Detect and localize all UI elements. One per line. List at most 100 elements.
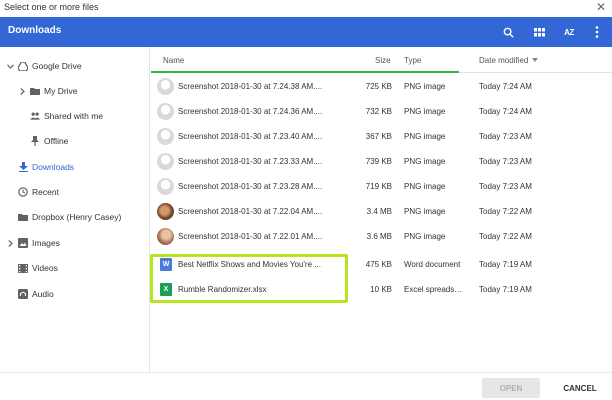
- file-size: 739 KB: [365, 157, 392, 166]
- column-type[interactable]: Type: [404, 56, 421, 65]
- file-date: Today 7:23 AM: [479, 157, 532, 166]
- sort-az-icon: AZ: [564, 27, 574, 37]
- image-thumbnail-icon: [157, 103, 174, 120]
- table-row[interactable]: Screenshot 2018-01-30 at 7.23.28 AM.... …: [151, 174, 612, 199]
- sidebar-item-offline[interactable]: Offline: [0, 130, 150, 152]
- grid-view-icon: [533, 27, 545, 36]
- file-type: PNG image: [404, 82, 446, 91]
- clock-icon: [18, 187, 28, 197]
- image-icon: [18, 238, 28, 248]
- excel-spreadsheet-icon: X: [160, 283, 172, 296]
- file-date: Today 7:19 AM: [479, 260, 532, 269]
- image-thumbnail-icon: [157, 178, 174, 195]
- file-date: Today 7:22 AM: [479, 207, 532, 216]
- google-drive-icon: [18, 61, 28, 71]
- table-row[interactable]: W Best Netflix Shows and Movies You're .…: [151, 252, 612, 277]
- video-icon: [18, 263, 28, 273]
- file-picker-dialog: Select one or more files ✕ Downloads AZ: [0, 0, 612, 400]
- image-thumbnail-icon: [157, 203, 174, 220]
- file-name: Screenshot 2018-01-30 at 7.22.01 AM....: [178, 232, 323, 241]
- file-name: Best Netflix Shows and Movies You're ...: [178, 260, 321, 269]
- sidebar-item-label: Shared with me: [44, 111, 104, 121]
- sidebar-item-recent[interactable]: Recent: [0, 181, 150, 203]
- open-button[interactable]: OPEN: [482, 378, 540, 398]
- sidebar-item-label: Offline: [44, 136, 69, 146]
- column-date-modified[interactable]: Date modified: [479, 56, 528, 65]
- cancel-button[interactable]: CANCEL: [555, 378, 605, 398]
- file-name: Screenshot 2018-01-30 at 7.23.28 AM....: [178, 182, 323, 191]
- sidebar-item-audio[interactable]: Audio: [0, 283, 150, 305]
- grid-view-button[interactable]: [530, 23, 548, 41]
- file-type: PNG image: [404, 107, 446, 116]
- table-row[interactable]: Screenshot 2018-01-30 at 7.24.36 AM.... …: [151, 99, 612, 124]
- sidebar-item-images[interactable]: Images: [0, 232, 150, 254]
- file-size: 10 KB: [370, 285, 392, 294]
- file-date: Today 7:24 AM: [479, 107, 532, 116]
- file-type: PNG image: [404, 157, 446, 166]
- image-thumbnail-icon: [157, 228, 174, 245]
- file-date: Today 7:23 AM: [479, 132, 532, 141]
- sidebar-item-my-drive[interactable]: My Drive: [0, 80, 150, 102]
- file-date: Today 7:19 AM: [479, 285, 532, 294]
- sort-button[interactable]: AZ: [560, 23, 578, 41]
- table-row[interactable]: Screenshot 2018-01-30 at 7.23.40 AM.... …: [151, 124, 612, 149]
- sidebar-item-dropbox[interactable]: Dropbox (Henry Casey): [0, 206, 150, 228]
- sidebar-item-videos[interactable]: Videos: [0, 257, 150, 279]
- image-thumbnail-icon: [157, 78, 174, 95]
- file-name: Screenshot 2018-01-30 at 7.24.38 AM....: [178, 82, 323, 91]
- table-row[interactable]: X Rumble Randomizer.xlsx 10 KB Excel spr…: [151, 277, 612, 302]
- sidebar-item-google-drive[interactable]: Google Drive: [0, 55, 150, 77]
- column-name[interactable]: Name: [163, 56, 184, 65]
- file-list: Name Size Type Date modified Screenshot …: [151, 47, 612, 372]
- file-date: Today 7:22 AM: [479, 232, 532, 241]
- file-type: PNG image: [404, 232, 446, 241]
- dialog-footer: OPEN CANCEL: [0, 372, 612, 400]
- file-name: Screenshot 2018-01-30 at 7.23.40 AM....: [178, 132, 323, 141]
- table-row[interactable]: Screenshot 2018-01-30 at 7.23.33 AM.... …: [151, 149, 612, 174]
- table-row[interactable]: Screenshot 2018-01-30 at 7.24.38 AM.... …: [151, 74, 612, 99]
- file-size: 719 KB: [365, 182, 392, 191]
- chevron-right-icon[interactable]: [6, 239, 14, 247]
- file-date: Today 7:23 AM: [479, 182, 532, 191]
- more-options-button[interactable]: [588, 23, 606, 41]
- sidebar-item-label: Recent: [32, 187, 59, 197]
- sidebar: Google Drive My Drive Shared with me Off…: [0, 47, 150, 372]
- chevron-right-icon[interactable]: [18, 87, 26, 95]
- file-type: PNG image: [404, 132, 446, 141]
- file-size: 475 KB: [365, 260, 392, 269]
- sidebar-item-label: Images: [32, 238, 60, 248]
- close-icon[interactable]: ✕: [596, 0, 606, 14]
- headphones-icon: [18, 289, 28, 299]
- sidebar-item-label: Google Drive: [32, 61, 82, 71]
- image-thumbnail-icon: [157, 153, 174, 170]
- sort-arrow-icon: [532, 58, 538, 62]
- search-button[interactable]: [499, 23, 517, 41]
- file-type: PNG image: [404, 207, 446, 216]
- file-size: 3.6 MB: [366, 232, 392, 241]
- sidebar-item-label: Audio: [32, 289, 54, 299]
- sidebar-item-downloads[interactable]: Downloads: [0, 156, 150, 178]
- image-thumbnail-icon: [157, 128, 174, 145]
- file-name: Screenshot 2018-01-30 at 7.23.33 AM....: [178, 157, 323, 166]
- table-row[interactable]: Screenshot 2018-01-30 at 7.22.01 AM.... …: [151, 224, 612, 249]
- more-vert-icon: [595, 26, 599, 38]
- word-document-icon: W: [160, 258, 172, 271]
- search-icon: [503, 27, 514, 38]
- folder-icon: [30, 86, 40, 96]
- table-row[interactable]: Screenshot 2018-01-30 at 7.22.04 AM.... …: [151, 199, 612, 224]
- file-name: Rumble Randomizer.xlsx: [178, 285, 267, 294]
- file-size: 732 KB: [365, 107, 392, 116]
- title-bar: Select one or more files ✕: [0, 0, 612, 17]
- chevron-down-icon[interactable]: [6, 62, 14, 70]
- column-size[interactable]: Size: [375, 56, 391, 65]
- location-header: Downloads AZ: [0, 17, 612, 47]
- pin-icon: [30, 136, 40, 146]
- file-size: 725 KB: [365, 82, 392, 91]
- file-date: Today 7:24 AM: [479, 82, 532, 91]
- sidebar-item-shared-with-me[interactable]: Shared with me: [0, 105, 150, 127]
- loading-progress-bar: [151, 71, 459, 73]
- file-type: Word document: [404, 260, 461, 269]
- file-name: Screenshot 2018-01-30 at 7.24.36 AM....: [178, 107, 323, 116]
- sidebar-item-label: Dropbox (Henry Casey): [32, 212, 122, 222]
- file-size: 3.4 MB: [366, 207, 392, 216]
